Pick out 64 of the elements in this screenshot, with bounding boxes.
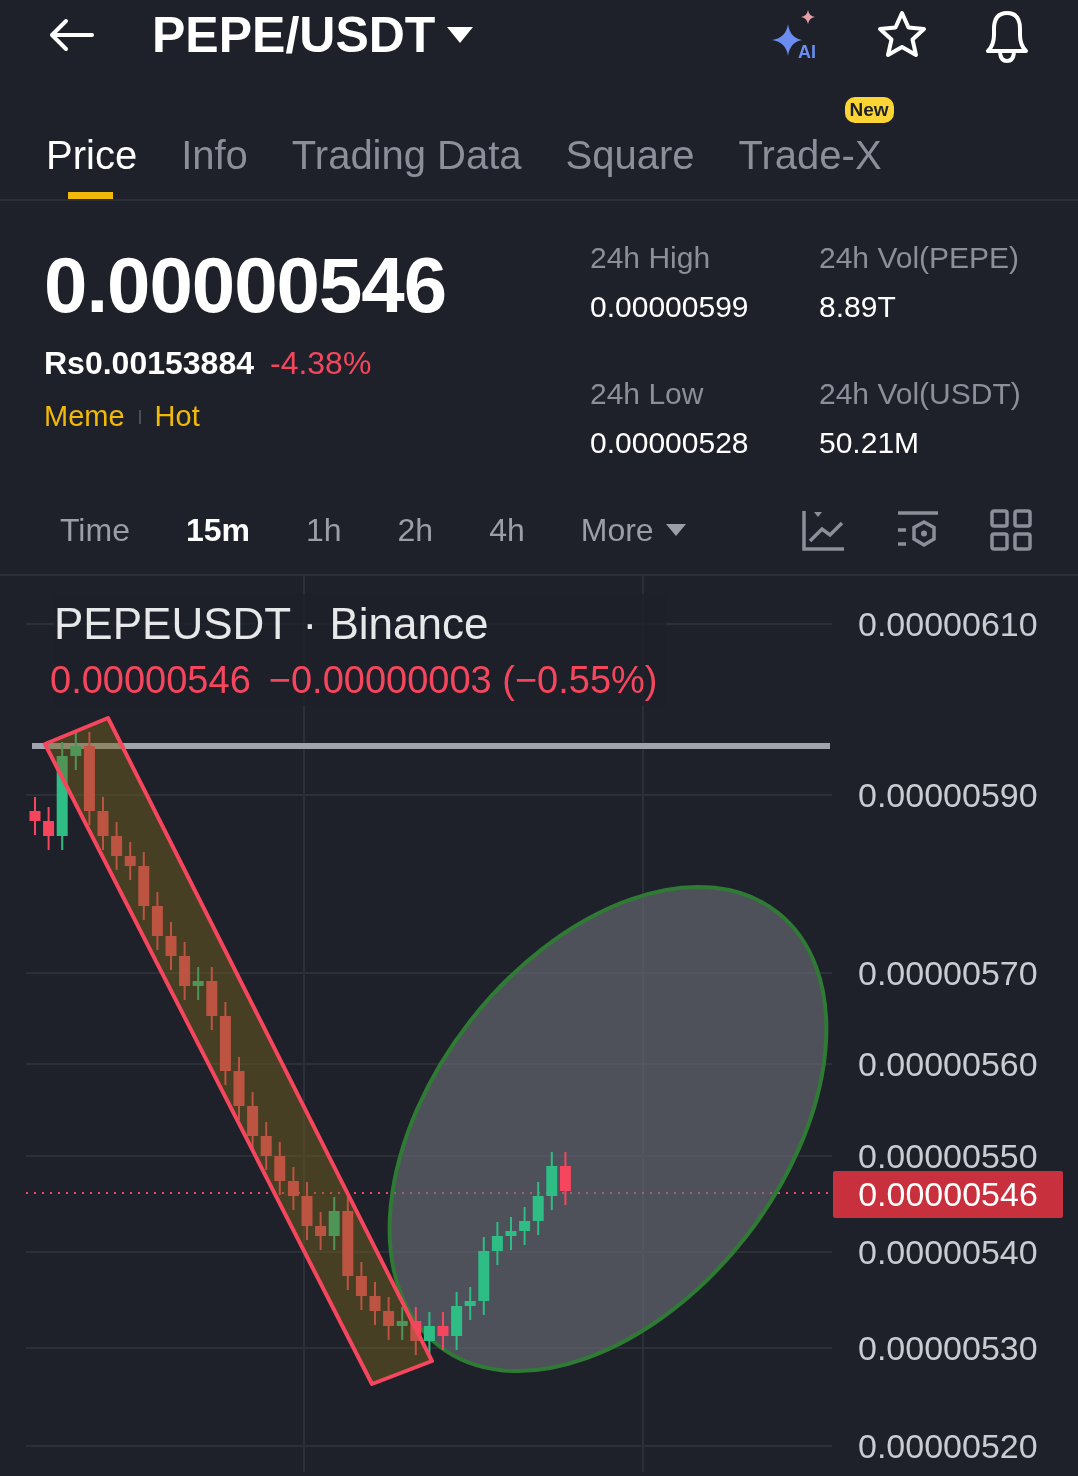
back-icon[interactable]: [48, 17, 96, 53]
trend-channel[interactable]: [43, 716, 434, 1386]
candle: [519, 1206, 531, 1246]
candle: [301, 1181, 313, 1241]
candle: [138, 851, 150, 921]
caret-icon: [665, 524, 686, 536]
candle: [233, 1056, 245, 1121]
line-chart-icon[interactable]: [802, 509, 846, 551]
candle: [124, 841, 136, 881]
last-price: 0.00000546: [44, 241, 448, 329]
price-change: -4.38%: [269, 344, 372, 383]
stat-value: 0.00000528: [590, 424, 750, 461]
candle: [328, 1196, 340, 1251]
candle: [396, 1306, 408, 1341]
indicator-settings-icon[interactable]: [896, 510, 940, 550]
tab[interactable]: Trading Data: [291, 125, 522, 199]
chart-title: PEPEUSDT · Binance: [54, 598, 490, 650]
stat-value: 50.21M: [819, 424, 921, 461]
candle: [437, 1311, 449, 1351]
candle: [369, 1281, 381, 1326]
interval-tab[interactable]: 2h: [397, 506, 434, 554]
new-badge: New: [844, 97, 894, 123]
stat-label: 24h Vol(USDT): [819, 375, 1022, 412]
interval-label: Time: [60, 511, 130, 550]
more-dropdown[interactable]: More: [580, 506, 686, 554]
tab[interactable]: Trade-X: [738, 125, 882, 199]
candle: [423, 1311, 435, 1356]
candle: [315, 1211, 327, 1251]
candle: [247, 1091, 259, 1151]
last-price-label: 0.00000546: [833, 1171, 1063, 1218]
candle: [505, 1216, 517, 1251]
quote-change: −0.00000003 (−0.55%): [268, 658, 658, 703]
candle: [532, 1181, 544, 1236]
stat-label: 24h Low: [590, 375, 705, 412]
candle: [260, 1121, 272, 1171]
candle: [410, 1306, 422, 1356]
quote-price: 0.00000546: [50, 658, 251, 703]
interval-tab[interactable]: 1h: [305, 506, 342, 554]
interval-tab[interactable]: 15m: [185, 506, 250, 554]
star-icon[interactable]: [876, 10, 928, 60]
stat-value: 0.00000599: [590, 289, 750, 325]
fiat-price: Rs0.00153884: [44, 344, 254, 383]
tab[interactable]: Square: [565, 125, 695, 199]
candle: [111, 821, 123, 871]
highlight-ellipse[interactable]: [387, 885, 829, 1373]
ai-assistant-button[interactable]: AI: [766, 6, 828, 64]
candle: [29, 796, 41, 836]
stat-value: 8.89T: [819, 289, 897, 325]
grid-layout-icon[interactable]: [990, 509, 1032, 551]
stat-label: 24h High: [590, 240, 712, 276]
candle: [165, 921, 177, 971]
stat-label: 24h Vol(PEPE): [819, 240, 1021, 276]
tab[interactable]: Price: [46, 125, 138, 199]
candle: [546, 1151, 558, 1211]
candle: [151, 891, 163, 951]
pair-selector[interactable]: PEPE/USDT: [152, 0, 474, 73]
candle: [383, 1296, 395, 1341]
caret-icon: [447, 27, 474, 43]
candle: [206, 966, 218, 1031]
interval-tab[interactable]: 4h: [489, 506, 525, 554]
tag[interactable]: Hot: [154, 395, 200, 439]
candle: [97, 796, 109, 851]
tag[interactable]: Meme: [44, 395, 125, 439]
tab[interactable]: Info: [181, 125, 248, 199]
